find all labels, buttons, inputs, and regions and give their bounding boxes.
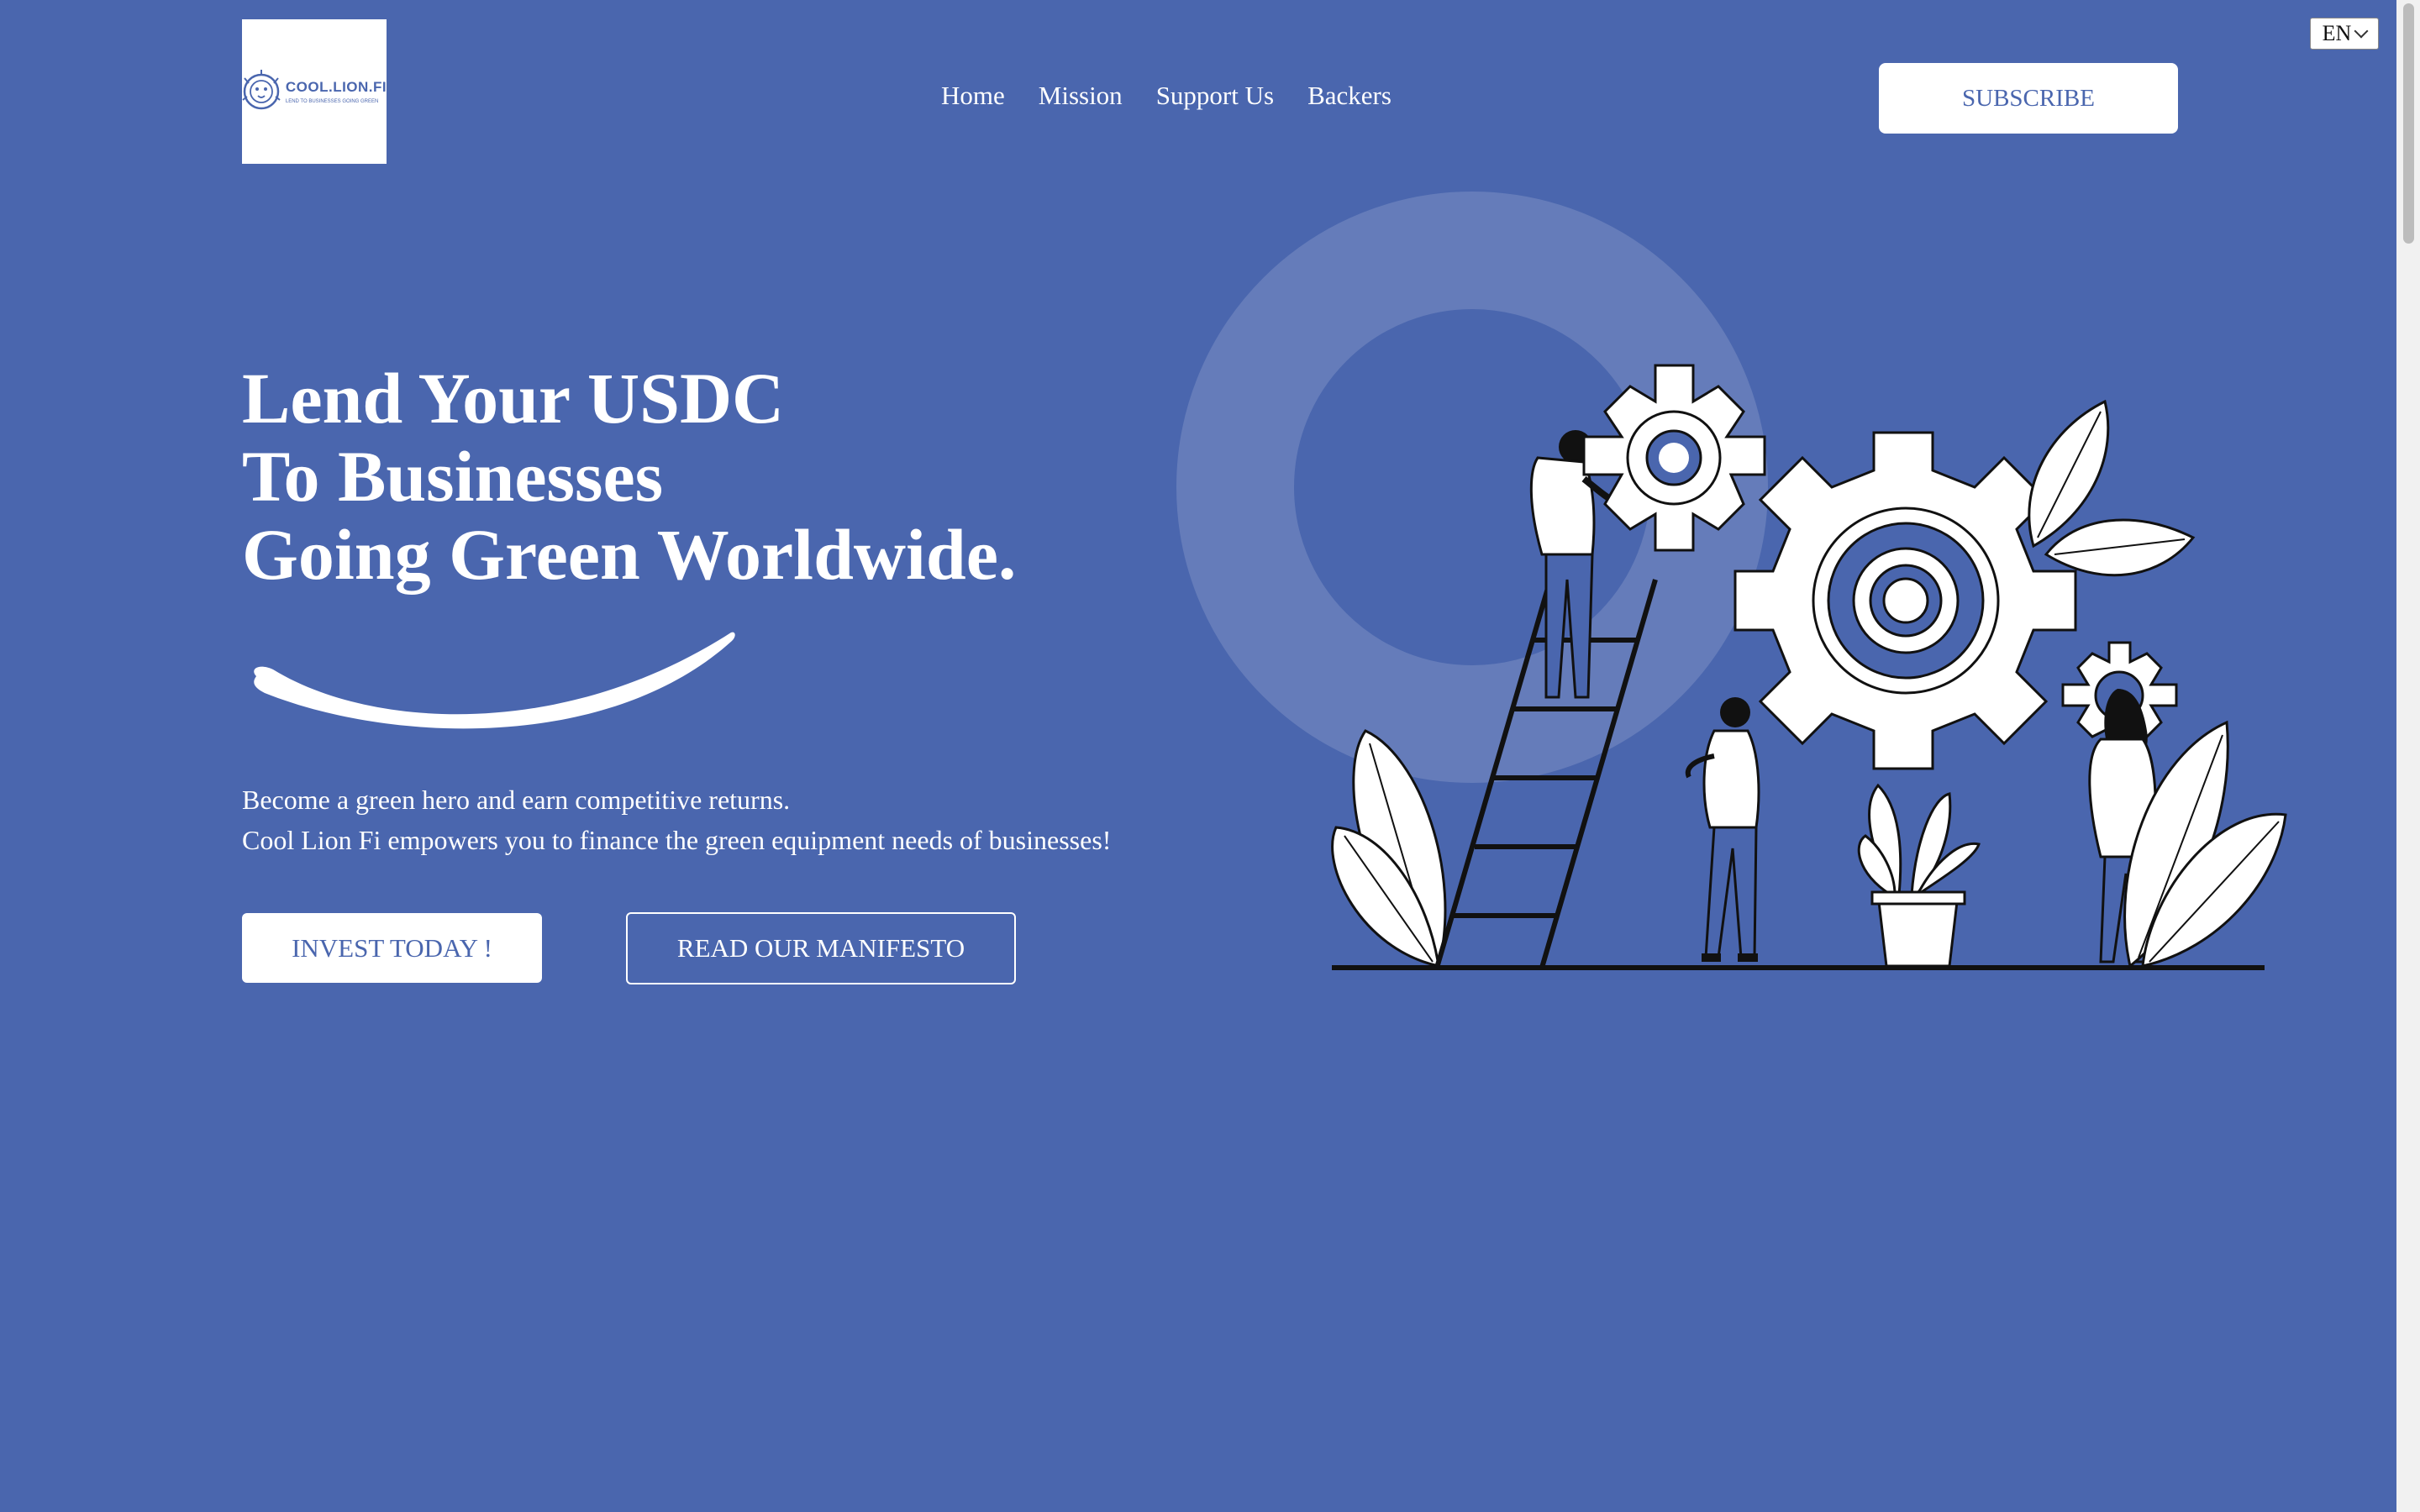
person-standing-icon [1685, 697, 1760, 962]
subscribe-button[interactable]: SUBSCRIBE [1879, 63, 2178, 134]
chevron-down-icon [2354, 24, 2369, 39]
logo-name: COOL.LION.FI [285, 79, 387, 95]
hero-description-line: Cool Lion Fi empowers you to finance the… [242, 825, 1112, 855]
hero-title: Lend Your USDC To Businesses Going Green… [242, 360, 1016, 594]
landing-page: COOL.LION.FI LEND TO BUSINESSES GOING GR… [0, 0, 2420, 1512]
nav-link-home[interactable]: Home [941, 81, 1005, 111]
site-logo[interactable]: COOL.LION.FI LEND TO BUSINESSES GOING GR… [242, 19, 387, 164]
lion-head-icon [242, 70, 281, 110]
language-select[interactable]: EN [2310, 18, 2379, 50]
hero-description-line: Become a green hero and earn competitive… [242, 785, 791, 815]
potted-plant-icon [1857, 783, 1981, 968]
nav-link-mission[interactable]: Mission [1039, 81, 1123, 111]
hero-title-line: Going Green Worldwide. [242, 514, 1017, 595]
gear-icon [1733, 431, 2077, 770]
invest-today-button[interactable]: INVEST TODAY ! [242, 913, 542, 983]
leaves-icon [2028, 399, 2196, 577]
nav-link-support-us[interactable]: Support Us [1156, 81, 1274, 111]
page-scrollbar[interactable] [2396, 0, 2420, 1512]
gears-teamwork-illustration [1176, 192, 2287, 970]
scrollbar-thumb[interactable] [2403, 3, 2414, 244]
language-selected-value: EN [2322, 21, 2352, 45]
main-nav: Home Mission Support Us Backers [941, 81, 1392, 111]
logo-tagline: LEND TO BUSINESSES GOING GREEN [285, 99, 379, 104]
hero-title-line: To Businesses [242, 436, 664, 517]
read-manifesto-button[interactable]: READ OUR MANIFESTO [626, 912, 1016, 984]
smile-swoosh-decoration [254, 632, 735, 729]
hero-description: Become a green hero and earn competitive… [242, 780, 1111, 860]
hero-title-line: Lend Your USDC [242, 358, 785, 438]
nav-link-backers[interactable]: Backers [1307, 81, 1392, 111]
